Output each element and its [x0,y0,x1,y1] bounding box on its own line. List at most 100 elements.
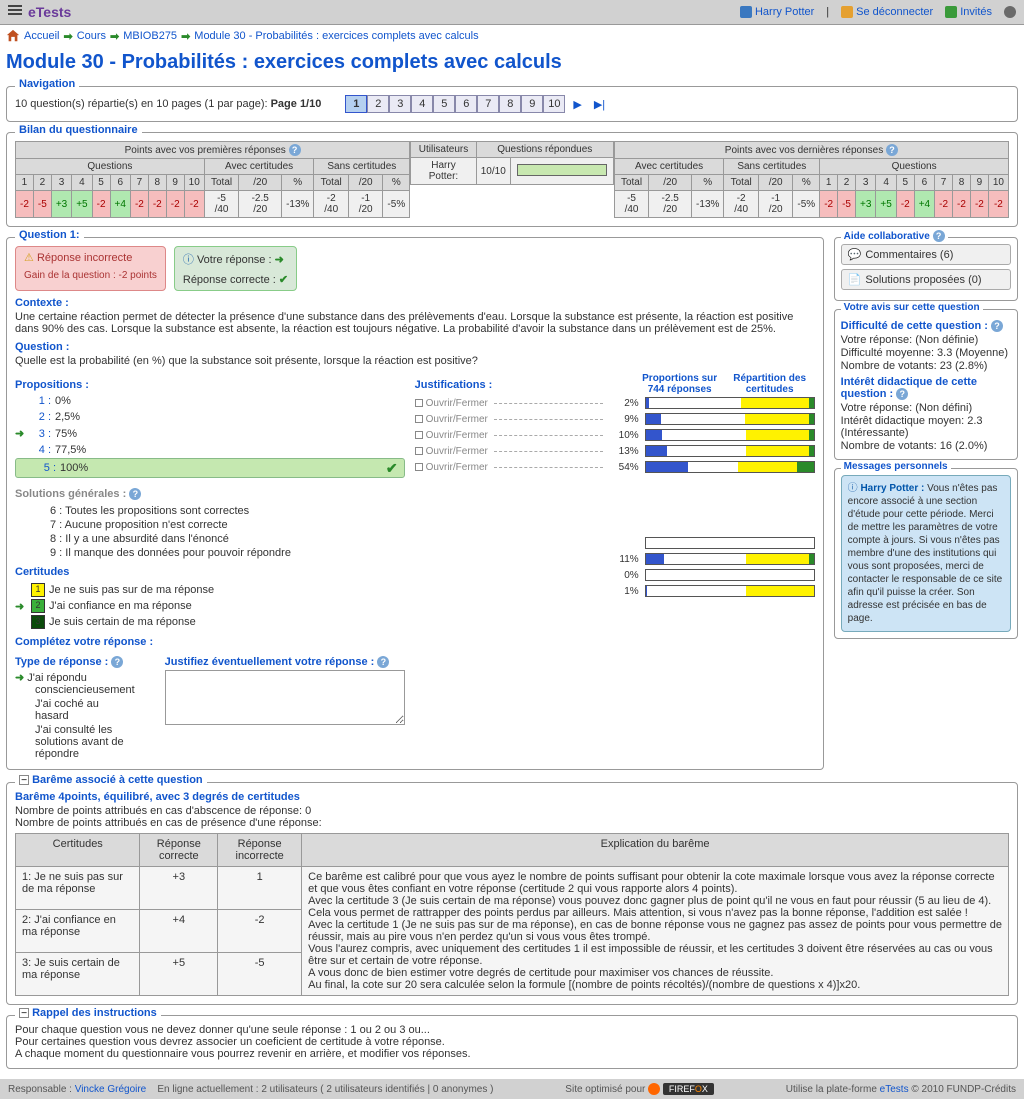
type-row[interactable]: J'ai coché au hasard [15,697,135,723]
page-4[interactable]: 4 [411,95,433,113]
home-icon[interactable] [6,29,20,43]
page-1[interactable]: 1 [345,95,367,113]
bilan-legend: Bilan du questionnaire [15,124,142,136]
sol-row[interactable]: 9 : Il manque des données pour pouvoir r… [15,546,405,560]
toggle-just[interactable]: Ouvrir/Fermer [415,462,488,473]
collab-box: Aide collaborative ? 💬Commentaires (6) 📄… [834,237,1018,301]
breadcrumb: Accueil➡ Cours➡ MBIOB275➡ Module 30 - Pr… [0,25,1024,47]
bc-2[interactable]: MBIOB275 [123,30,177,42]
help-icon[interactable]: ? [111,656,123,668]
logout-icon [841,6,853,18]
guests-link[interactable]: Invités [945,6,992,18]
justify-textarea[interactable] [165,670,405,725]
bc-3[interactable]: Module 30 - Probabilités : exercices com… [194,30,478,42]
topbar: eTests Harry Potter | Se déconnecter Inv… [0,0,1024,25]
avis-box: Votre avis sur cette question Difficulté… [834,309,1018,460]
progress-bar [517,164,607,176]
cert-row[interactable]: 3Je suis certain de ma réponse [15,614,405,630]
msg-legend: Messages personnels [841,461,951,472]
help-icon[interactable]: ? [991,320,1003,332]
bareme-title: Barême 4points, équilibré, avec 3 degrés… [15,791,1009,803]
square-icon [415,447,423,455]
info-icon[interactable] [1004,6,1016,18]
prop-4[interactable]: 4 :77,5% [15,442,405,458]
comments-button[interactable]: 💬Commentaires (6) [841,244,1011,265]
bareme-fieldset: − Barême associé à cette question Barême… [6,782,1018,1005]
menu-icon[interactable] [8,5,22,19]
page-8[interactable]: 8 [499,95,521,113]
logout-link[interactable]: Se déconnecter [841,6,933,18]
bc-0[interactable]: Accueil [24,30,59,42]
page-9[interactable]: 9 [521,95,543,113]
just-row: Ouvrir/Fermer9% [415,411,815,427]
flash-area: ⚠ Réponse incorrecte Gain de la question… [15,246,815,291]
diff-n: Nombre de votants: 23 (2.8%) [841,360,1011,372]
firefox-badge[interactable]: FIREFOX [663,1083,714,1095]
just-row: Ouvrir/Fermer54% [415,459,815,475]
toggle-just[interactable]: Ouvrir/Fermer [415,430,488,441]
help-icon[interactable]: ? [289,144,301,156]
footer-center: Site optimisé pour FIREFOX [565,1083,714,1095]
user-icon [740,6,752,18]
toggle-just[interactable]: Ouvrir/Fermer [415,398,488,409]
page-3[interactable]: 3 [389,95,411,113]
prop-title: Propositions : [15,379,405,391]
type-row[interactable]: J'ai répondu consciencieusement [15,670,135,697]
help-icon[interactable]: ? [377,656,389,668]
help-icon[interactable]: ? [933,230,945,242]
platform-link[interactable]: eTests [880,1084,909,1095]
int-n: Nombre de votants: 16 (2.0%) [841,440,1011,452]
solutions-button[interactable]: 📄Solutions proposées (0) [841,269,1011,290]
cert-row[interactable]: 1Je ne suis pas sur de ma réponse [15,582,405,598]
just-row: Ouvrir/Fermer2% [415,395,815,411]
collapse-icon[interactable]: − [19,1008,29,1018]
toggle-just[interactable]: Ouvrir/Fermer [415,414,488,425]
stacked-bar [645,553,815,565]
nav-legend: Navigation [15,78,79,90]
stacked-bar [645,397,815,409]
warning-icon: ⚠ [24,252,34,264]
bc-1[interactable]: Cours [77,30,106,42]
pager-info: 10 question(s) répartie(s) en 10 pages (… [15,98,321,110]
footer-left: Responsable : Vincke Grégoire En ligne a… [8,1084,493,1095]
instr-legend: − Rappel des instructions [15,1007,161,1019]
prop-2[interactable]: 2 :2,5% [15,409,405,425]
page-2[interactable]: 2 [367,95,389,113]
page-5[interactable]: 5 [433,95,455,113]
cert-row[interactable]: ➜2J'ai confiance en ma réponse [15,598,405,614]
prop-5[interactable]: 5 :100% [15,458,405,478]
page-6[interactable]: 6 [455,95,477,113]
help-icon[interactable]: ? [886,144,898,156]
prop-1[interactable]: 1 :0% [15,393,405,409]
pager-next[interactable]: ▶ [569,98,585,111]
square-icon [415,463,423,471]
just-row: Ouvrir/Fermer10% [415,427,815,443]
user-label[interactable]: Harry Potter [755,6,814,18]
nav-fieldset: Navigation 10 question(s) répartie(s) en… [6,86,1018,122]
help-icon[interactable]: ? [896,388,908,400]
pager-info-text: 10 question(s) répartie(s) en 10 pages (… [15,98,271,110]
sep: | [826,6,829,18]
sol-row[interactable]: 8 : Il y a une absurdité dans l'énoncé [15,532,405,546]
info-icon: ⓘ [848,483,858,494]
help-icon[interactable]: ? [129,488,141,500]
pager-last[interactable]: ▶| [590,98,609,111]
diff-your: Votre réponse: (Non définie) [841,334,1011,346]
page-7[interactable]: 7 [477,95,499,113]
type-row[interactable]: J'ai consulté les solutions avant de rép… [15,723,135,761]
stacked-bar [645,585,815,597]
sol-row[interactable]: 7 : Aucune proposition n'est correcte [15,518,405,532]
logout-label[interactable]: Se déconnecter [856,6,933,18]
sol-row[interactable]: 6 : Toutes les propositions sont correct… [15,504,405,518]
msg-box-wrap: Messages personnels ⓘ Harry Potter : Vou… [834,468,1018,639]
square-icon [415,399,423,407]
prop-3[interactable]: ➜3 :75% [15,425,405,442]
guests-label[interactable]: Invités [960,6,992,18]
collapse-icon[interactable]: − [19,775,29,785]
page-10[interactable]: 10 [543,95,565,113]
resp-link[interactable]: Vincke Grégoire [75,1084,147,1095]
score-last: Points avec vos dernières réponses ? Ave… [614,141,1009,218]
stacked-bar [645,569,815,581]
user-link[interactable]: Harry Potter [740,6,814,18]
toggle-just[interactable]: Ouvrir/Fermer [415,446,488,457]
